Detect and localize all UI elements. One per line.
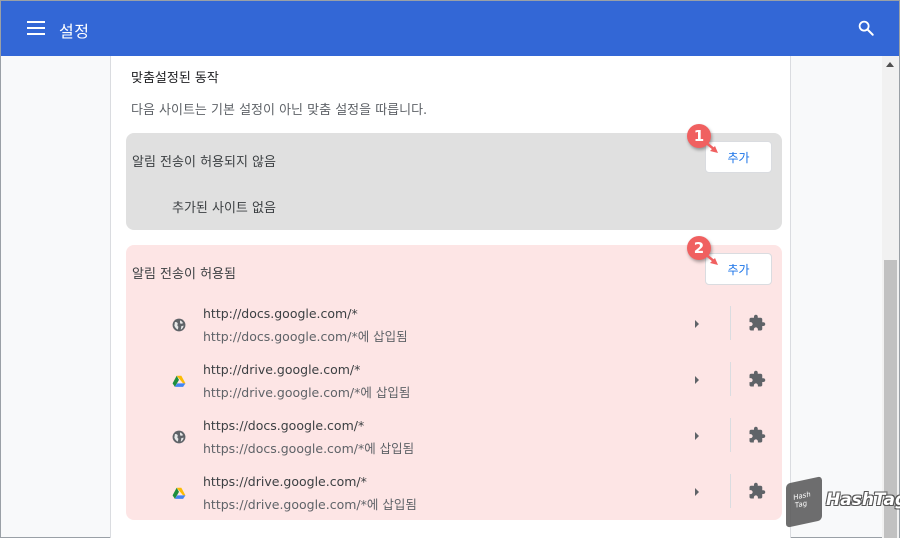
google-drive-icon xyxy=(172,487,186,499)
site-subtext: https://docs.google.com/*에 삽입됨 xyxy=(203,441,415,456)
chevron-right-icon[interactable] xyxy=(689,372,705,388)
site-url: http://docs.google.com/* xyxy=(203,306,358,321)
hashtag-watermark-logo: Hash Tag HashTag xyxy=(780,476,900,534)
globe-icon xyxy=(172,318,186,332)
row-divider xyxy=(730,418,731,452)
allowed-sites-panel: 알림 전송이 허용됨 추가 http://docs.google.com/* h… xyxy=(126,245,782,520)
empty-list-text: 추가된 사이트 없음 xyxy=(172,201,276,216)
chevron-right-icon[interactable] xyxy=(689,428,705,444)
site-url: https://docs.google.com/* xyxy=(203,418,365,433)
extension-icon[interactable] xyxy=(748,370,766,388)
annotation-arrow-icon xyxy=(703,140,718,153)
watermark-text: HashTag xyxy=(826,490,900,510)
annotation-arrow-icon xyxy=(703,252,718,265)
site-row[interactable]: http://docs.google.com/* http://docs.goo… xyxy=(126,300,782,356)
hamburger-menu-icon[interactable] xyxy=(27,21,45,35)
chevron-right-icon[interactable] xyxy=(689,316,705,332)
chevron-right-icon[interactable] xyxy=(689,484,705,500)
search-icon[interactable] xyxy=(857,19,875,37)
site-subtext: https://drive.google.com/*에 삽입됨 xyxy=(203,497,417,512)
blocked-label: 알림 전송이 허용되지 않음 xyxy=(132,155,276,170)
site-url: https://drive.google.com/* xyxy=(203,474,367,489)
settings-header: 설정 xyxy=(1,1,899,56)
site-subtext: http://drive.google.com/*에 삽입됨 xyxy=(203,385,411,400)
site-url: http://drive.google.com/* xyxy=(203,362,361,377)
allowed-label: 알림 전송이 허용됨 xyxy=(132,267,236,282)
page-title: 설정 xyxy=(59,22,90,41)
row-divider xyxy=(730,474,731,508)
extension-icon[interactable] xyxy=(748,314,766,332)
row-divider xyxy=(730,362,731,396)
scroll-up-arrow-icon[interactable] xyxy=(886,62,894,67)
site-subtext: http://docs.google.com/*에 삽입됨 xyxy=(203,329,408,344)
section-title: 맞춤설정된 동작 xyxy=(131,71,219,86)
extension-icon[interactable] xyxy=(748,482,766,500)
row-divider xyxy=(730,306,731,340)
site-row[interactable]: https://docs.google.com/* https://docs.g… xyxy=(126,412,782,468)
site-row[interactable]: http://drive.google.com/* http://drive.g… xyxy=(126,356,782,412)
section-description: 다음 사이트는 기본 설정이 아닌 맞춤 설정을 따릅니다. xyxy=(131,103,428,118)
blocked-sites-panel: 알림 전송이 허용되지 않음 추가 추가된 사이트 없음 xyxy=(126,133,782,230)
google-drive-icon xyxy=(172,375,186,387)
site-row[interactable]: https://drive.google.com/* https://drive… xyxy=(126,468,782,524)
globe-icon xyxy=(172,430,186,444)
extension-icon[interactable] xyxy=(748,426,766,444)
vertical-scrollbar[interactable] xyxy=(882,56,899,538)
